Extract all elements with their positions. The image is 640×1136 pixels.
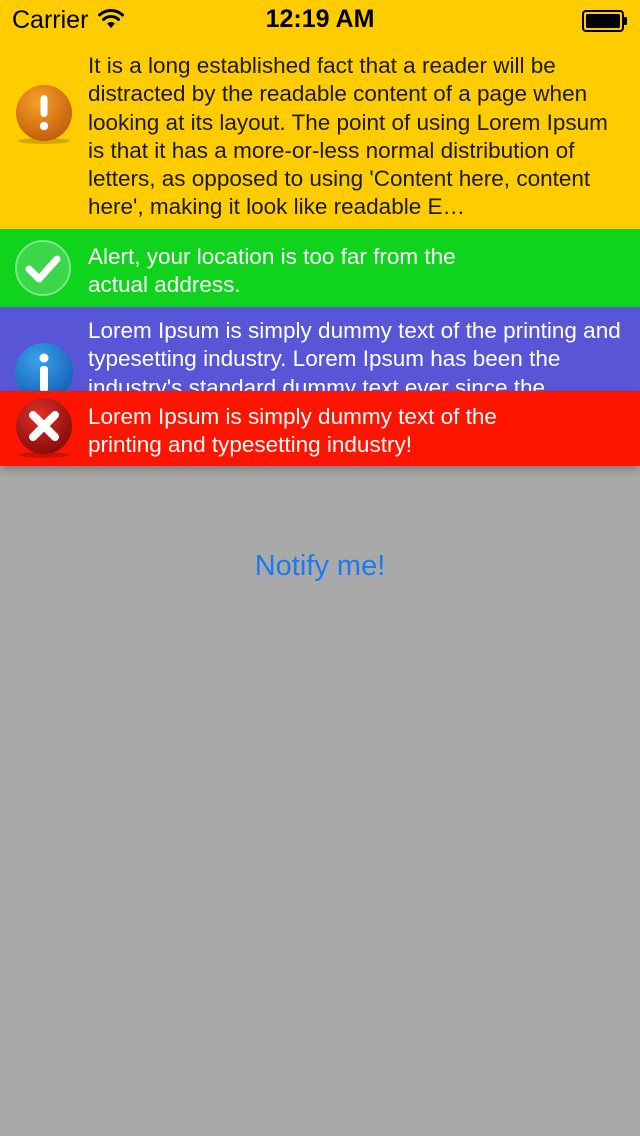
alert-info[interactable]: Lorem Ipsum is simply dummy text of the …	[0, 307, 640, 391]
alert-success[interactable]: Alert, your location is too far from the…	[0, 229, 640, 307]
alert-warning-message: It is a long established fact that a rea…	[88, 53, 608, 220]
alert-success-message: Alert, your location is too far from the…	[88, 244, 456, 298]
alert-error[interactable]: Lorem Ipsum is simply dummy text of the …	[0, 391, 640, 466]
info-icon	[15, 343, 73, 391]
notify-me-button[interactable]: Notify me!	[0, 550, 640, 583]
exclamation-icon	[16, 85, 72, 144]
cross-icon	[16, 398, 72, 458]
alert-error-message: Lorem Ipsum is simply dummy text of the …	[88, 404, 497, 458]
battery-icon	[582, 10, 627, 32]
alert-info-message: Lorem Ipsum is simply dummy text of the …	[88, 318, 621, 391]
checkmark-icon	[15, 240, 71, 296]
clock: 12:19 AM	[265, 5, 375, 33]
status-bar: Carrier 12:19 AM	[0, 0, 640, 40]
